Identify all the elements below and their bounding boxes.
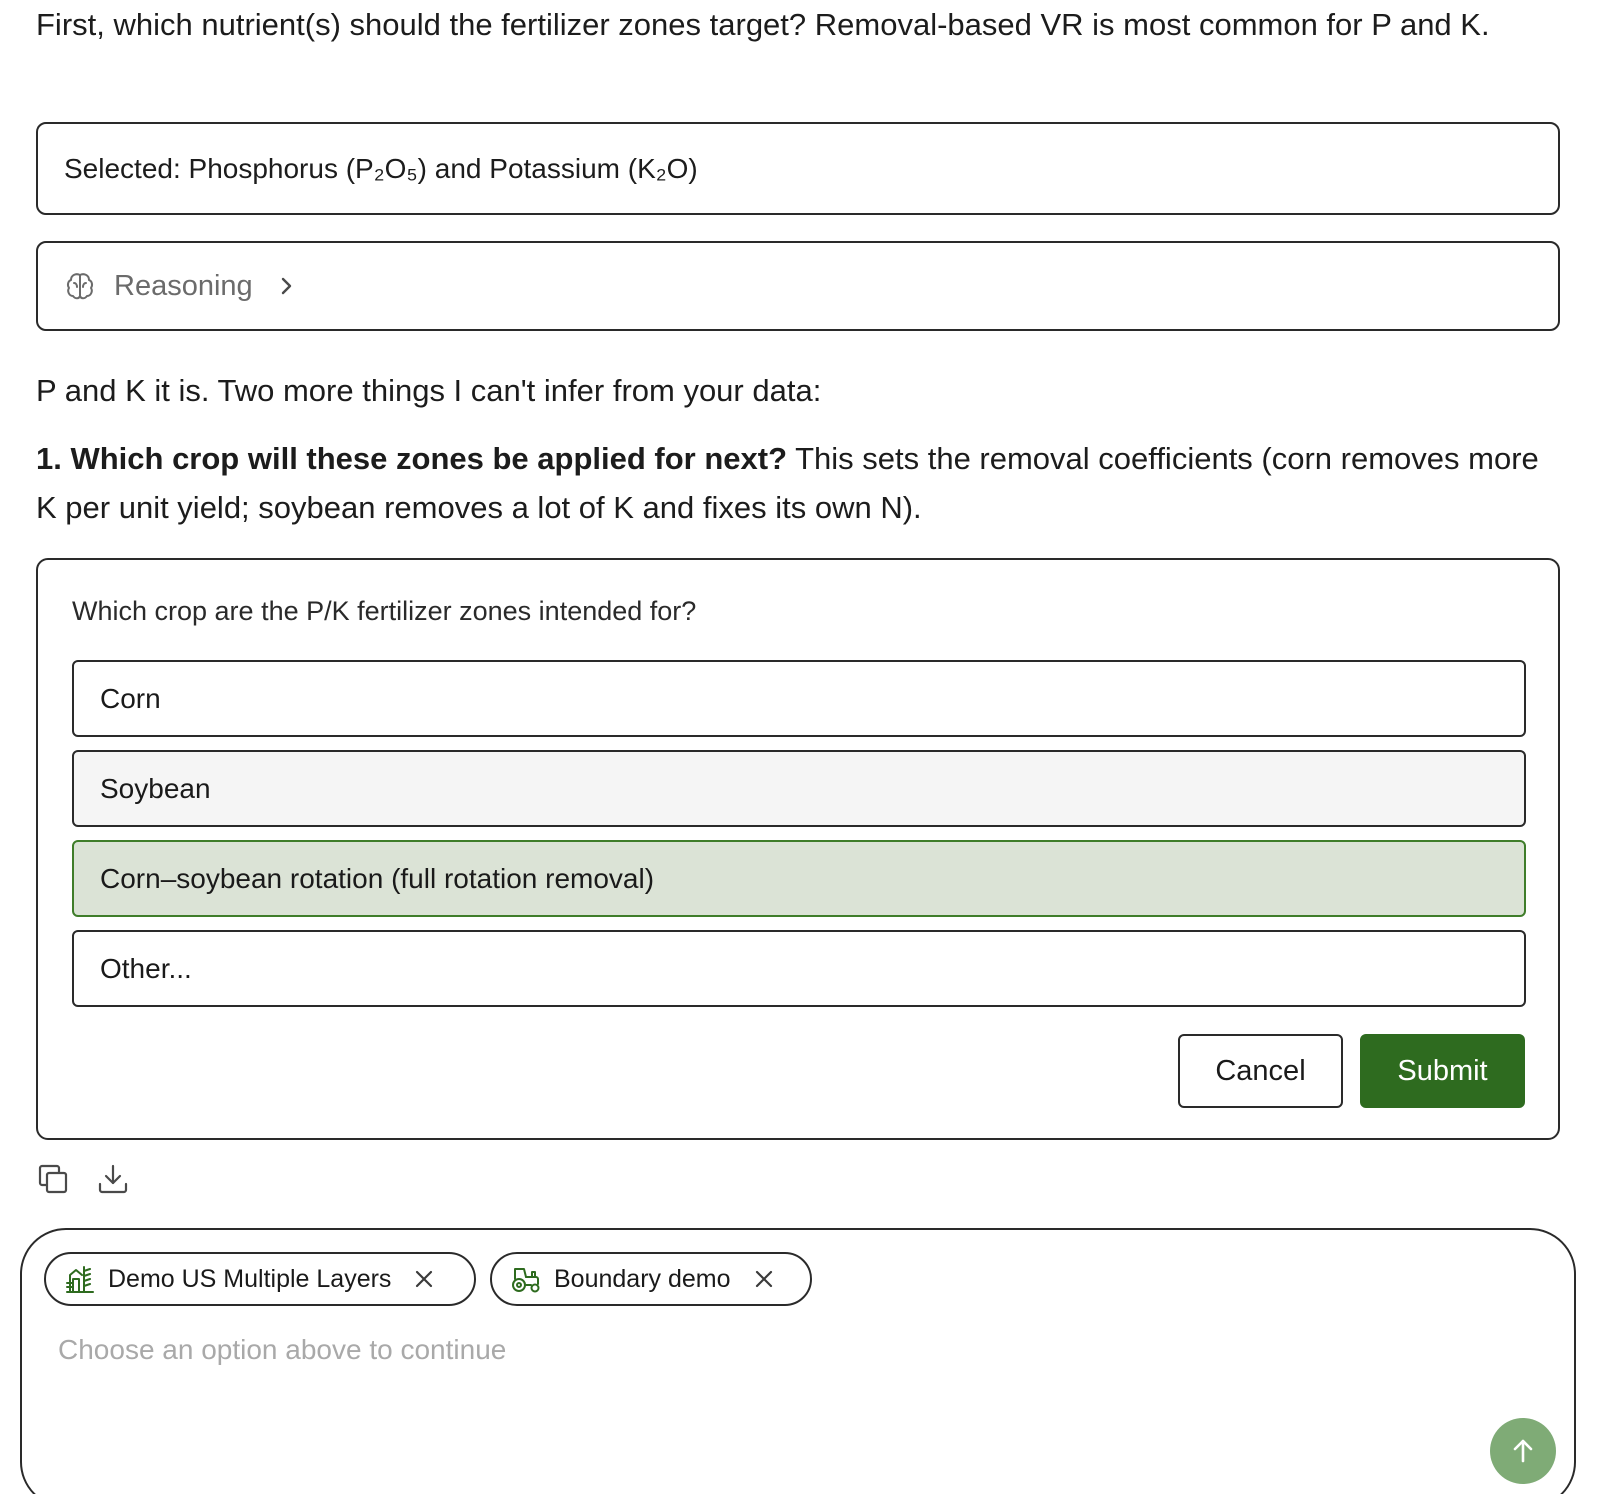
context-chip-boundary[interactable]: Boundary demo: [490, 1252, 812, 1306]
question-heading: 1. Which crop will these zones be applie…: [36, 441, 788, 476]
option-corn-soybean-rotation[interactable]: Corn–soybean rotation (full rotation rem…: [72, 840, 1526, 917]
submit-button[interactable]: Submit: [1360, 1034, 1525, 1108]
context-chip-layers[interactable]: Demo US Multiple Layers: [44, 1252, 476, 1306]
option-label: Soybean: [100, 772, 211, 804]
chevron-right-icon: [281, 277, 291, 295]
selected-answer-text: Selected: Phosphorus (P₂O₅) and Potassiu…: [64, 152, 698, 184]
option-label: Corn–soybean rotation (full rotation rem…: [100, 862, 655, 894]
composer-input-placeholder[interactable]: Choose an option above to continue: [58, 1334, 506, 1366]
reasoning-label: Reasoning: [114, 269, 253, 302]
option-other[interactable]: Other...: [72, 930, 1526, 1007]
selected-answer-box: Selected: Phosphorus (P₂O₅) and Potassiu…: [36, 122, 1560, 215]
option-label: Other...: [100, 952, 192, 984]
cancel-button[interactable]: Cancel: [1178, 1034, 1343, 1108]
chat-view: First, which nutrient(s) should the fert…: [0, 0, 1600, 1494]
send-button[interactable]: [1490, 1418, 1556, 1484]
option-label: Corn: [100, 682, 161, 714]
tractor-icon: [512, 1268, 540, 1293]
question-card: Which crop are the P/K fertilizer zones …: [36, 558, 1560, 1140]
remove-chip-icon[interactable]: [753, 1268, 775, 1290]
message-actions: [36, 1162, 130, 1196]
option-corn[interactable]: Corn: [72, 660, 1526, 737]
message-composer: Demo US Multiple Layers Boundary demo Ch…: [20, 1228, 1576, 1494]
remove-chip-icon[interactable]: [413, 1268, 435, 1290]
assistant-message-intro: First, which nutrient(s) should the fert…: [36, 7, 1490, 42]
chip-label: Demo US Multiple Layers: [108, 1264, 392, 1293]
field-layers-icon: [66, 1266, 94, 1293]
reasoning-toggle[interactable]: Reasoning: [36, 241, 1560, 331]
brain-icon: [66, 273, 94, 300]
chip-label: Boundary demo: [554, 1264, 731, 1293]
download-icon[interactable]: [96, 1162, 130, 1196]
assistant-message-followup: P and K it is. Two more things I can't i…: [36, 373, 822, 408]
assistant-question: 1. Which crop will these zones be applie…: [36, 434, 1566, 532]
copy-icon[interactable]: [36, 1162, 70, 1196]
arrow-up-icon: [1513, 1439, 1533, 1463]
question-card-prompt: Which crop are the P/K fertilizer zones …: [72, 596, 697, 626]
option-soybean[interactable]: Soybean: [72, 750, 1526, 827]
